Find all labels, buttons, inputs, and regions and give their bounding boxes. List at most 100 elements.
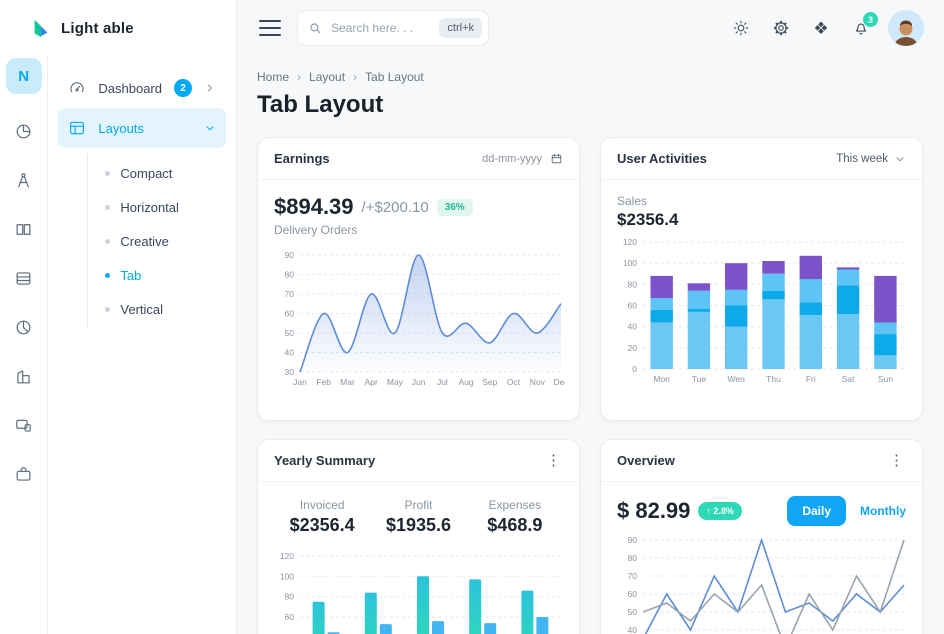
calendar-icon (550, 152, 563, 165)
submenu-item-label: Creative (120, 234, 168, 249)
app-root: Light able N (0, 0, 944, 634)
monthly-tab-button[interactable]: Monthly (860, 504, 906, 518)
period-toggle: Daily Monthly (787, 496, 906, 526)
hamburger-menu-button[interactable] (259, 20, 281, 36)
daily-tab-button[interactable]: Daily (787, 496, 846, 526)
svg-text:Wen: Wen (728, 374, 746, 384)
stat-expenses: Expenses $468.9 (467, 498, 563, 536)
earnings-amount: $894.39 (274, 194, 354, 220)
breadcrumb-home[interactable]: Home (257, 70, 289, 84)
svg-text:Fri: Fri (806, 374, 816, 384)
rail-item-company[interactable] (12, 364, 36, 388)
rail-item-pages[interactable] (12, 217, 36, 241)
cards-grid: Earnings dd-mm-yyyy $894.39 /+$200.10 36… (257, 137, 923, 634)
layout-grid-icon (68, 119, 86, 137)
sales-value: $2356.4 (617, 210, 906, 230)
chevron-right-icon (204, 82, 216, 94)
date-picker-input[interactable]: dd-mm-yyyy (482, 152, 563, 165)
stat-invoiced: Invoiced $2356.4 (274, 498, 370, 536)
svg-text:40: 40 (628, 625, 638, 634)
sidebar-item-label: Dashboard (98, 81, 162, 96)
submenu-item-creative[interactable]: Creative (88, 224, 226, 258)
svg-text:Jun: Jun (412, 377, 426, 387)
submenu-item-horizontal[interactable]: Horizontal (88, 190, 226, 224)
card-title: Yearly Summary (274, 453, 375, 468)
rail-item-design[interactable] (12, 168, 36, 192)
page-title: Tab Layout (257, 91, 923, 119)
earnings-percent-badge: 36% (437, 199, 473, 216)
submenu-item-label: Tab (120, 268, 141, 283)
overview-amount: $ 82.99 (617, 498, 690, 524)
svg-text:90: 90 (628, 535, 638, 545)
overview-line-chart: 30405060708090 (617, 534, 906, 634)
brand-name: Light able (61, 20, 134, 37)
card-title: Overview (617, 453, 675, 468)
search-input[interactable] (329, 20, 432, 36)
table-icon (14, 269, 33, 288)
chevron-down-icon (204, 122, 216, 134)
settings-button[interactable] (764, 11, 798, 45)
svg-text:Feb: Feb (316, 377, 331, 387)
top-header: ctrl+k ❖ 3 (237, 0, 944, 56)
submenu-item-vertical[interactable]: Vertical (88, 292, 226, 326)
svg-text:80: 80 (628, 279, 638, 289)
submenu-item-compact[interactable]: Compact (88, 156, 226, 190)
apps-button[interactable]: ❖ (804, 11, 838, 45)
card-title: User Activities (617, 151, 707, 166)
svg-text:70: 70 (628, 571, 638, 581)
search-icon (308, 21, 322, 35)
breadcrumb-separator: › (353, 70, 357, 84)
svg-text:40: 40 (285, 348, 295, 358)
sidebar-item-dashboard[interactable]: Dashboard 2 (58, 68, 226, 108)
rail-item-tables[interactable] (12, 266, 36, 290)
stat-value: $1935.6 (370, 515, 466, 536)
rail-item-devices[interactable] (12, 413, 36, 437)
svg-text:Mar: Mar (340, 377, 355, 387)
rail-item-statistics[interactable] (12, 119, 36, 143)
date-placeholder: dd-mm-yyyy (482, 153, 542, 165)
submenu-item-label: Horizontal (120, 200, 179, 215)
svg-text:Sep: Sep (482, 377, 497, 387)
person-icon (891, 18, 921, 46)
overview-growth-badge: ↑ 2.8% (698, 502, 742, 520)
bullet-dot-icon (105, 239, 110, 244)
brand-logo[interactable]: Light able (0, 0, 236, 56)
card-menu-button[interactable]: ⋮ (544, 453, 563, 468)
svg-text:Apr: Apr (365, 377, 378, 387)
card-menu-button[interactable]: ⋮ (887, 453, 906, 468)
search-box[interactable]: ctrl+k (297, 10, 489, 46)
theme-toggle-button[interactable] (724, 11, 758, 45)
stat-label: Expenses (467, 498, 563, 512)
breadcrumb-separator: › (297, 70, 301, 84)
svg-text:Sun: Sun (878, 374, 893, 384)
overview-card: Overview ⋮ $ 82.99 ↑ 2.8% Daily Monthly (600, 439, 923, 634)
user-activities-bar-chart: 020406080100120MonTueWenThuFriSatSun (617, 236, 906, 386)
user-avatar[interactable] (888, 10, 924, 46)
sidebar-item-label: Layouts (98, 121, 192, 136)
devices-icon (14, 416, 33, 435)
sidebar-item-layouts[interactable]: Layouts (58, 108, 226, 148)
svg-text:Oct: Oct (507, 377, 521, 387)
notification-count-badge: 3 (863, 12, 878, 27)
svg-text:80: 80 (628, 553, 638, 563)
earnings-area-chart: 30405060708090JanFebMarAprMayJunJulAugSe… (274, 249, 563, 389)
earnings-subtitle: Delivery Orders (274, 223, 563, 237)
svg-text:0: 0 (632, 364, 637, 374)
main-content: Home › Layout › Tab Layout Tab Layout Ea… (237, 56, 944, 634)
svg-text:30: 30 (285, 367, 295, 377)
workspace-initial-badge[interactable]: N (6, 58, 42, 94)
stat-value: $468.9 (467, 515, 563, 536)
svg-text:60: 60 (285, 612, 295, 622)
week-filter-dropdown[interactable]: This week (836, 153, 906, 165)
rail-item-charts[interactable] (12, 315, 36, 339)
rail-item-apps[interactable] (12, 462, 36, 486)
notifications-button[interactable]: 3 (844, 11, 878, 45)
submenu-item-tab[interactable]: Tab (88, 258, 226, 292)
brand-logo-icon (30, 17, 52, 39)
kebab-menu-icon: ⋮ (889, 452, 904, 469)
briefcase-icon (14, 465, 33, 484)
book-icon (14, 220, 33, 239)
svg-text:Thu: Thu (766, 374, 781, 384)
bullet-dot-icon (105, 205, 110, 210)
breadcrumb-layout[interactable]: Layout (309, 70, 345, 84)
